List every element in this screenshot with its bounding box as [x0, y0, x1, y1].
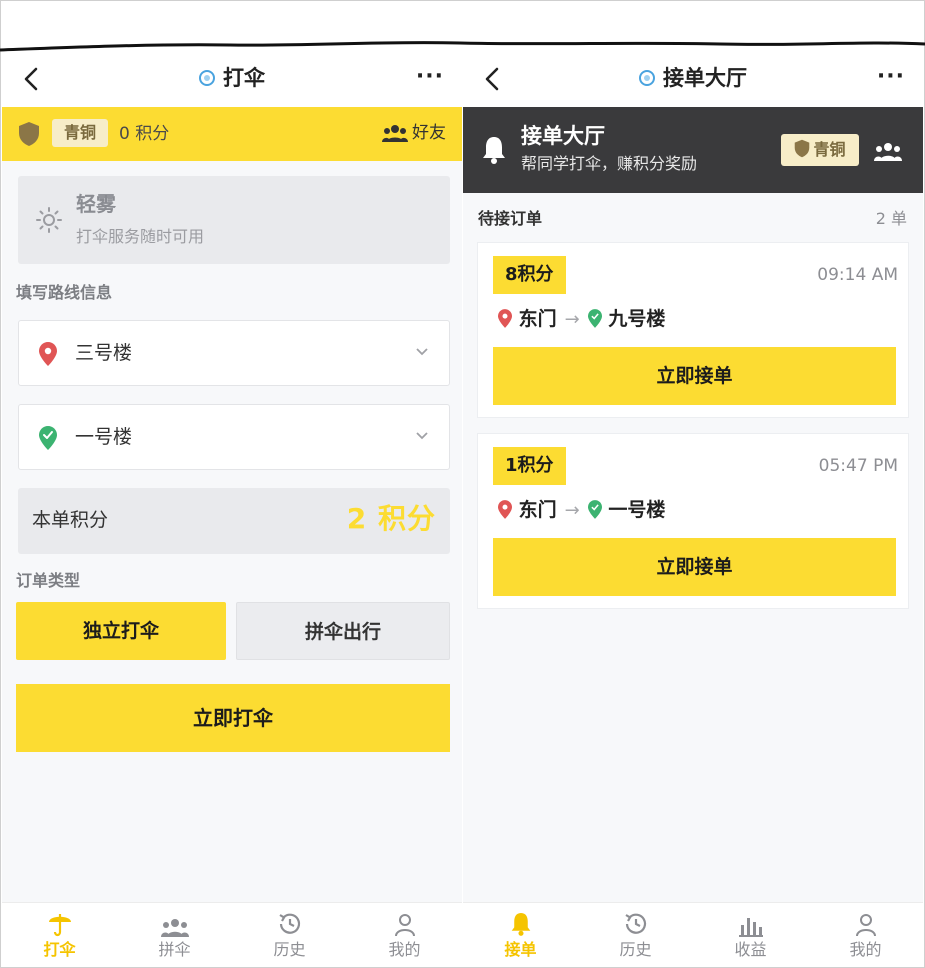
title-dot-icon — [639, 70, 655, 86]
to-location-value: 一号楼 — [75, 426, 133, 448]
chevron-down-icon — [416, 432, 428, 440]
order-card: 8积分 09:14 AM 东门 → 九号楼 立即接单 — [477, 242, 909, 418]
rank-badge: 青铜 — [781, 134, 859, 166]
friends-link[interactable]: 好友 — [382, 121, 446, 145]
pending-orders-count: 2 单 — [875, 209, 907, 228]
group-icon — [160, 919, 189, 937]
tab-history[interactable]: 历史 — [578, 903, 693, 966]
from-location-select[interactable]: 三号楼 — [18, 320, 450, 386]
order-type-share-button[interactable]: 拼伞出行 — [236, 602, 450, 660]
order-points-value: 2 积分 — [346, 502, 436, 535]
order-points-tag: 1积分 — [493, 447, 566, 485]
rank-bar: 青铜 0 积分 好友 — [2, 107, 462, 161]
order-hall-screen: 接单大厅 ··· 接单大厅 帮同学打伞，赚积分奖励 青铜 待接订单 2 单 8积… — [463, 52, 923, 966]
tab-profile[interactable]: 我的 — [347, 903, 462, 966]
order-from: 东门 — [518, 308, 557, 330]
shield-check-pin-icon — [587, 500, 602, 519]
chevron-down-icon — [416, 348, 428, 356]
map-pin-icon — [39, 342, 57, 366]
order-to: 九号楼 — [608, 308, 666, 330]
arrow-right-icon: → — [564, 309, 580, 330]
friends-icon — [382, 125, 408, 142]
pending-orders-label: 待接订单 — [478, 209, 543, 228]
torn-paper-edge — [0, 41, 925, 52]
order-to: 一号楼 — [608, 499, 666, 521]
tab-share[interactable]: 拼伞 — [117, 903, 232, 966]
order-from: 东门 — [518, 499, 557, 521]
order-route: 东门 → 一号楼 — [498, 496, 665, 525]
map-pin-icon — [498, 500, 512, 519]
page-title: 接单大厅 — [463, 62, 923, 94]
accept-order-button[interactable]: 立即接单 — [493, 538, 896, 596]
order-type-solo-button[interactable]: 独立打伞 — [16, 602, 226, 660]
shield-rank-icon — [795, 139, 810, 158]
user-icon — [855, 914, 876, 937]
more-menu-icon[interactable]: ··· — [416, 66, 444, 88]
order-points-tag: 8积分 — [493, 256, 566, 294]
more-menu-icon[interactable]: ··· — [877, 66, 905, 88]
page-title: 打伞 — [2, 62, 462, 94]
hall-title: 接单大厅 — [521, 124, 605, 148]
order-points-label: 本单积分 — [32, 509, 109, 531]
history-icon — [278, 913, 300, 934]
user-icon — [394, 914, 415, 937]
nav-bar: 接单大厅 ··· — [463, 52, 923, 107]
request-umbrella-button[interactable]: 立即打伞 — [16, 684, 450, 752]
bottom-tab-bar: 接单 历史 收益 我的 — [463, 902, 923, 966]
title-dot-icon — [199, 70, 215, 86]
bell-icon — [511, 913, 530, 936]
nav-bar: 打伞 ··· — [2, 52, 462, 107]
bar-chart-icon — [738, 918, 763, 937]
tab-earnings[interactable]: 收益 — [693, 903, 808, 966]
tab-orders[interactable]: 接单 — [463, 903, 578, 966]
map-pin-icon — [498, 309, 512, 328]
hall-subtitle: 帮同学打伞，赚积分奖励 — [521, 154, 698, 173]
to-location-select[interactable]: 一号楼 — [18, 404, 450, 470]
sun-icon — [36, 207, 62, 233]
shield-rank-icon — [19, 122, 39, 146]
order-type-label: 订单类型 — [16, 571, 81, 590]
order-card: 1积分 05:47 PM 东门 → 一号楼 立即接单 — [477, 433, 909, 609]
weather-description: 打伞服务随时可用 — [76, 227, 205, 246]
umbrella-icon — [48, 914, 71, 937]
points-balance: 0 积分 — [119, 124, 170, 144]
bell-icon — [483, 137, 505, 164]
rank-badge: 青铜 — [52, 119, 108, 147]
tab-umbrella[interactable]: 打伞 — [2, 903, 117, 966]
bottom-tab-bar: 打伞 拼伞 历史 我的 — [2, 902, 462, 966]
weather-name: 轻雾 — [76, 192, 116, 216]
order-route: 东门 → 九号楼 — [498, 305, 665, 334]
order-time: 05:47 PM — [818, 456, 898, 476]
hall-banner: 接单大厅 帮同学打伞，赚积分奖励 青铜 — [463, 107, 923, 193]
accept-order-button[interactable]: 立即接单 — [493, 347, 896, 405]
history-icon — [624, 913, 646, 934]
route-section-label: 填写路线信息 — [16, 283, 113, 302]
friends-icon[interactable] — [873, 141, 903, 161]
weather-card: 轻雾 打伞服务随时可用 — [18, 176, 450, 264]
from-location-value: 三号楼 — [75, 342, 133, 364]
tab-history[interactable]: 历史 — [232, 903, 347, 966]
shield-check-pin-icon — [587, 309, 602, 328]
order-points-box: 本单积分 2 积分 — [18, 488, 450, 554]
order-time: 09:14 AM — [817, 265, 898, 285]
tab-profile[interactable]: 我的 — [808, 903, 923, 966]
shield-check-pin-icon — [39, 426, 57, 450]
umbrella-request-screen: 打伞 ··· 青铜 0 积分 好友 轻雾 打伞服务随时可用 填写路线信息 三号楼… — [2, 52, 462, 966]
arrow-right-icon: → — [564, 500, 580, 521]
